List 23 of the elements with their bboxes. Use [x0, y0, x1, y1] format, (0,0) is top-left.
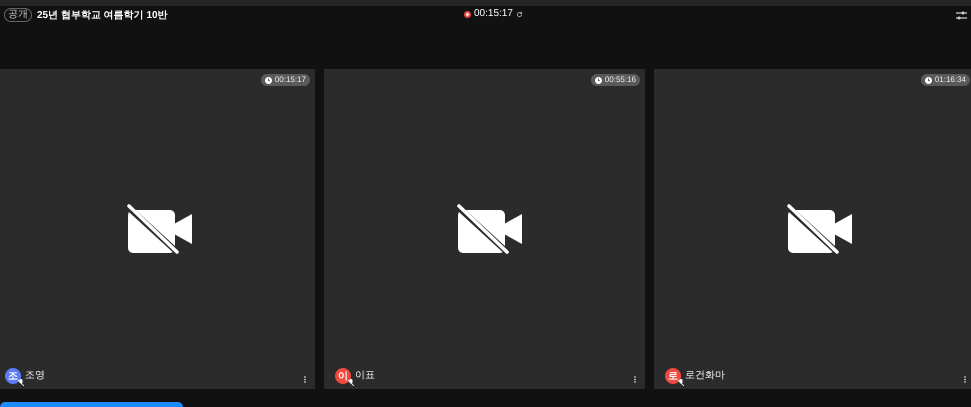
camera-off-icon	[787, 204, 853, 254]
camera-off-icon	[457, 204, 523, 254]
avatar: 이	[335, 368, 351, 384]
avatar: 조	[5, 368, 21, 384]
visibility-badge: 공개	[4, 8, 32, 22]
mic-off-icon	[348, 379, 354, 386]
mic-off-icon	[678, 379, 684, 386]
duration-badge: 00:55:16	[590, 74, 640, 86]
mic-off-icon	[18, 379, 24, 386]
refresh-icon[interactable]	[516, 10, 523, 18]
participant-name: 조영	[25, 371, 45, 381]
participant-name: 로건화마	[685, 371, 725, 381]
clock-icon	[264, 76, 272, 84]
avatar: 로	[665, 368, 681, 384]
clock-icon	[924, 76, 932, 84]
participant-name: 이표	[355, 371, 375, 381]
camera-off-icon	[127, 204, 193, 254]
duration-badge: 00:15:17	[260, 74, 310, 86]
recording-time: 00:15:17	[474, 9, 513, 19]
settings-icon[interactable]	[956, 11, 967, 20]
clock-icon	[594, 76, 602, 84]
duration-badge: 01:16:34	[920, 74, 970, 86]
meeting-title: 25년 협부학교 여름학기 10반	[37, 8, 168, 22]
